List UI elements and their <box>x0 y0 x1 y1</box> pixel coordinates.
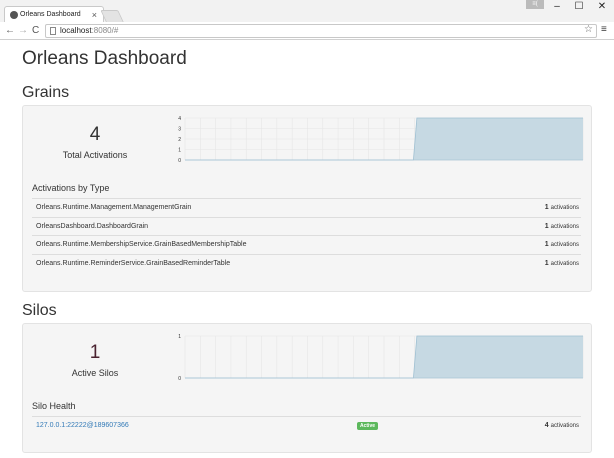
total-activations-label: Total Activations <box>62 150 128 160</box>
silos-chart: 01 <box>178 334 584 382</box>
grains-panel: 4 Total Activations 0 1 2 3 4 Activations by… <box>22 105 592 292</box>
favicon-icon <box>10 11 18 19</box>
y-tick-label: 3 <box>178 127 181 133</box>
y-tick-label: 2 <box>178 137 181 143</box>
page-title: Orleans Dashboard <box>22 48 187 69</box>
y-tick-label: 0 <box>178 376 181 382</box>
active-silos-value: 1 <box>89 342 101 363</box>
table-row: Orleans.Runtime.ReminderService.GrainBas… <box>32 254 581 272</box>
browser-tab[interactable]: Orleans Dashboard × <box>4 6 104 23</box>
reload-icon[interactable]: C <box>32 24 39 38</box>
page-icon <box>50 27 56 35</box>
silo-address-link[interactable]: 127.0.0.1:22222@189607366 <box>36 417 129 435</box>
bookmark-star-icon[interactable]: ☆ <box>584 24 593 36</box>
url-path: :8080/# <box>91 26 119 35</box>
silo-health-title: Silo Health <box>32 401 76 411</box>
table-row: 127.0.0.1:22222@189607366 Active 4 activ… <box>32 416 581 434</box>
tab-title: Orleans Dashboard <box>20 11 81 18</box>
forward-icon[interactable]: → <box>18 24 28 38</box>
browser-menu-icon[interactable]: ≡ <box>601 24 607 35</box>
back-icon[interactable]: ← <box>5 24 15 38</box>
activation-count: 4 activations <box>544 422 579 429</box>
active-silos-label: Active Silos <box>71 368 119 378</box>
y-tick-label: 1 <box>178 148 181 154</box>
y-tick-label: 1 <box>178 334 181 340</box>
activations-chart: 0 1 2 3 4 <box>178 116 584 164</box>
y-tick-label: 0 <box>178 158 181 164</box>
activations-by-type-title: Activations by Type <box>32 183 110 193</box>
table-row: Orleans.Runtime.MembershipService.GrainB… <box>32 235 581 253</box>
grain-type-name: Orleans.Runtime.Management.ManagementGra… <box>36 204 192 211</box>
silos-panel: 1 Active Silos 01 Silo Health 127.0.0.1:… <box>22 323 592 453</box>
status-badge: Active <box>357 422 379 430</box>
grain-type-name: Orleans.Runtime.ReminderService.GrainBas… <box>36 260 231 267</box>
grains-heading: Grains <box>22 84 70 101</box>
silos-heading: Silos <box>22 302 57 319</box>
address-toolbar: ← → C localhost:8080/# ☆ ≡ <box>0 22 614 40</box>
grain-type-name: Orleans.Runtime.MembershipService.GrainB… <box>36 241 247 248</box>
url-host: localhost <box>60 26 92 35</box>
close-window-button[interactable]: ✕ <box>591 0 613 14</box>
profile-icon[interactable]: ≡( <box>526 0 544 9</box>
activation-count: 1 activations <box>544 204 579 211</box>
maximize-button[interactable]: ☐ <box>568 0 590 14</box>
browser-titlebar: Orleans Dashboard × ≡( – ☐ ✕ <box>0 0 614 23</box>
minimize-button[interactable]: – <box>546 0 568 14</box>
total-activations-value: 4 <box>89 124 101 145</box>
activation-count: 1 activations <box>544 223 579 230</box>
grain-type-name: OrleansDashboard.DashboardGrain <box>36 223 149 230</box>
url-input[interactable]: localhost:8080/# ☆ <box>45 24 597 38</box>
activation-count: 1 activations <box>544 241 579 248</box>
y-tick-label: 4 <box>178 116 181 122</box>
table-row: OrleansDashboard.DashboardGrain 1 activa… <box>32 217 581 235</box>
activation-count: 1 activations <box>544 260 579 267</box>
tab-close-icon[interactable]: × <box>92 7 97 23</box>
table-row: Orleans.Runtime.Management.ManagementGra… <box>32 198 581 216</box>
